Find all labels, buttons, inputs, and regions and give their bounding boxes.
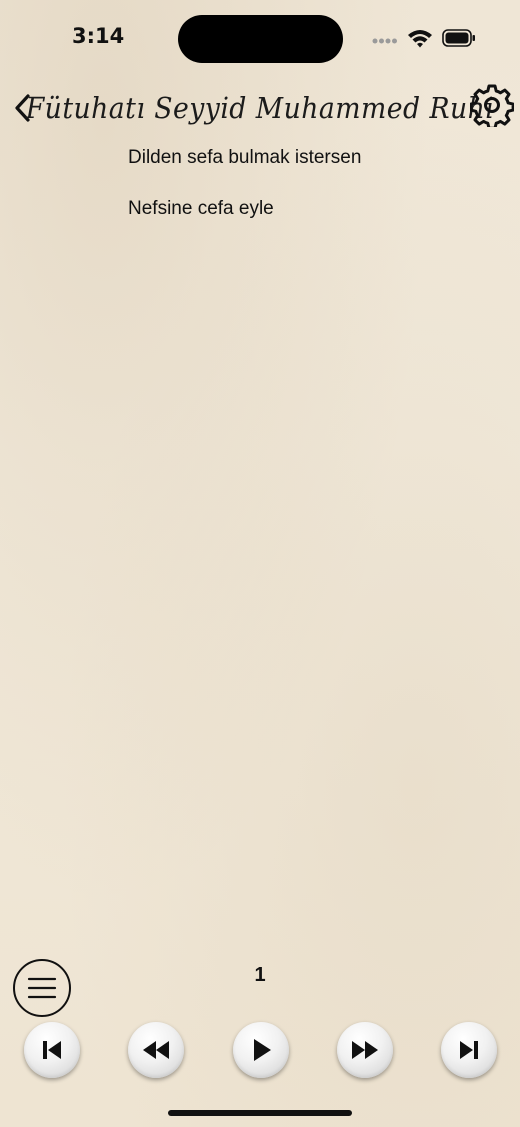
skip-back-button[interactable] [24, 1022, 80, 1078]
gear-icon [469, 84, 515, 130]
fast-forward-button[interactable] [337, 1022, 393, 1078]
status-bar: 3:14 [0, 0, 520, 78]
menu-button[interactable] [13, 959, 71, 1017]
hamburger-menu-icon [27, 977, 57, 999]
status-time: 3:14 [72, 24, 125, 48]
settings-button[interactable] [469, 83, 515, 130]
home-indicator[interactable] [168, 1110, 352, 1116]
skip-forward-button[interactable] [441, 1022, 497, 1078]
skip-to-end-icon [460, 1041, 478, 1059]
cellular-signal-icon [372, 38, 397, 44]
lyrics-list: Dilden sefa bulmak istersen Nefsine cefa… [128, 146, 498, 248]
rewind-button[interactable] [128, 1022, 184, 1078]
lyric-line: Dilden sefa bulmak istersen [128, 147, 362, 168]
rewind-icon [143, 1041, 169, 1059]
skip-to-start-icon [43, 1041, 61, 1059]
page-title: Fütuhatı Seyyid Muhammed Ruhi [25, 91, 495, 125]
fast-forward-icon [352, 1041, 378, 1059]
page-number: 1 [254, 964, 266, 986]
play-icon [254, 1039, 271, 1061]
wifi-icon [408, 30, 432, 48]
battery-icon [442, 29, 475, 47]
play-button[interactable] [233, 1022, 289, 1078]
dynamic-island [178, 15, 343, 63]
lyric-line: Nefsine cefa eyle [128, 198, 274, 219]
